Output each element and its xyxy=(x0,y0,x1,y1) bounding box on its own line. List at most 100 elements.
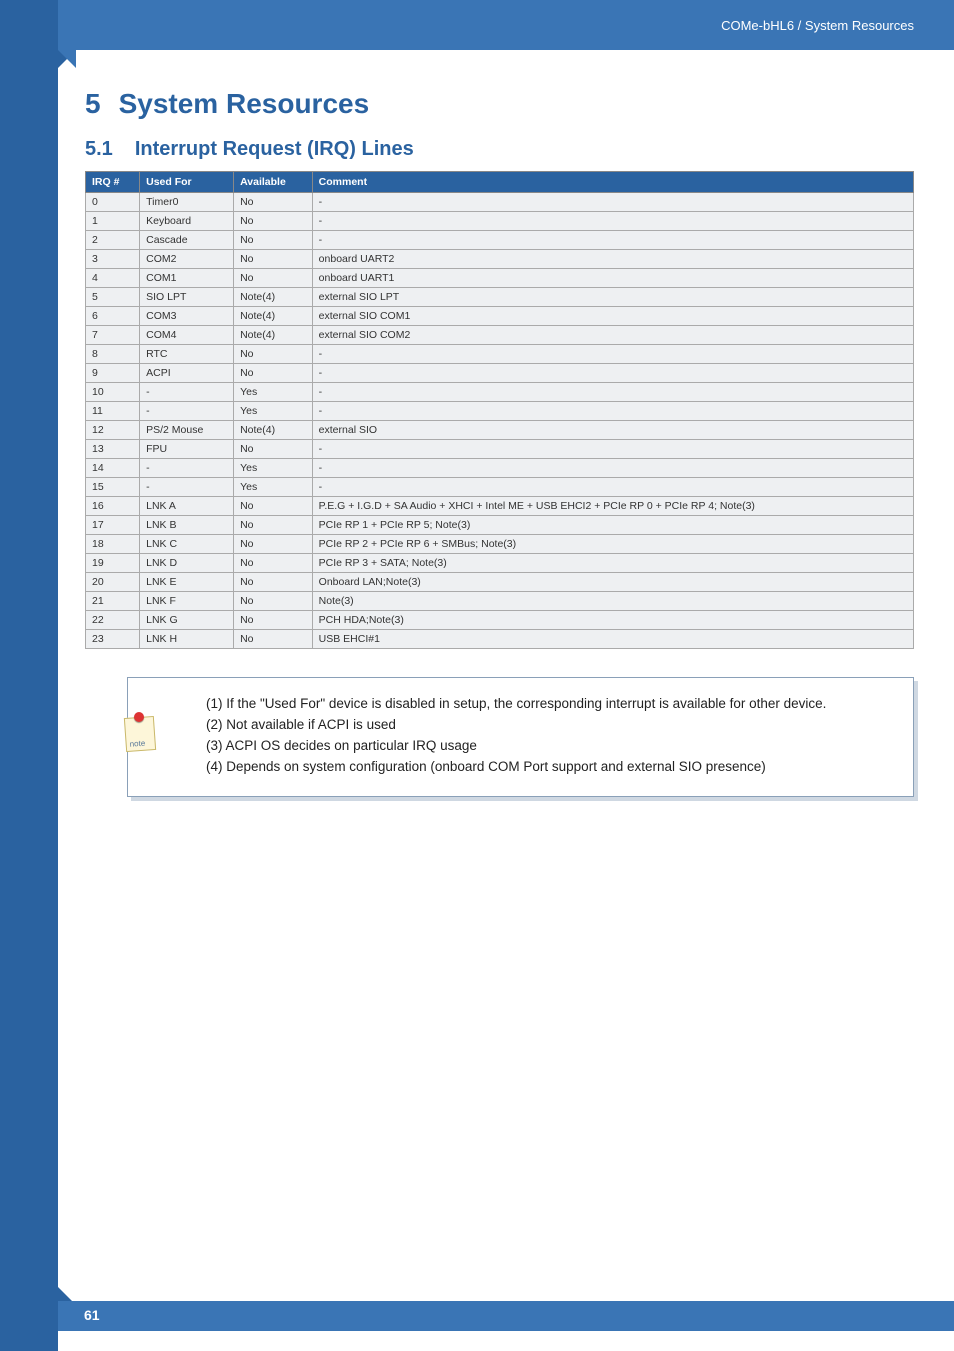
table-row: 6COM3Note(4)external SIO COM1 xyxy=(86,307,914,326)
cell-available: No xyxy=(234,193,313,212)
header-corner-decoration xyxy=(58,50,76,68)
cell-irq: 10 xyxy=(86,383,140,402)
table-row: 22LNK GNoPCH HDA;Note(3) xyxy=(86,611,914,630)
cell-available: Yes xyxy=(234,478,313,497)
cell-comment: PCIe RP 2 + PCIe RP 6 + SMBus; Note(3) xyxy=(312,535,913,554)
cell-used_for: FPU xyxy=(140,440,234,459)
cell-available: Yes xyxy=(234,402,313,421)
cell-comment: Onboard LAN;Note(3) xyxy=(312,573,913,592)
chapter-title: System Resources xyxy=(119,88,370,119)
note-container: (1) If the "Used For" device is disabled… xyxy=(127,677,914,797)
section-heading: 5.1Interrupt Request (IRQ) Lines xyxy=(85,138,914,161)
cell-used_for: Timer0 xyxy=(140,193,234,212)
cell-used_for: ACPI xyxy=(140,364,234,383)
cell-comment: USB EHCI#1 xyxy=(312,630,913,649)
table-row: 20LNK ENoOnboard LAN;Note(3) xyxy=(86,573,914,592)
cell-comment: - xyxy=(312,383,913,402)
table-row: 18LNK CNoPCIe RP 2 + PCIe RP 6 + SMBus; … xyxy=(86,535,914,554)
cell-used_for: LNK E xyxy=(140,573,234,592)
note-box: (1) If the "Used For" device is disabled… xyxy=(127,677,914,797)
cell-irq: 3 xyxy=(86,250,140,269)
cell-used_for: LNK H xyxy=(140,630,234,649)
cell-irq: 6 xyxy=(86,307,140,326)
cell-available: No xyxy=(234,611,313,630)
cell-comment: - xyxy=(312,440,913,459)
col-used-for: Used For xyxy=(140,172,234,193)
cell-used_for: - xyxy=(140,402,234,421)
cell-available: No xyxy=(234,497,313,516)
table-row: 9ACPINo- xyxy=(86,364,914,383)
cell-irq: 17 xyxy=(86,516,140,535)
cell-available: Note(4) xyxy=(234,307,313,326)
note-line: (3) ACPI OS decides on particular IRQ us… xyxy=(206,736,885,757)
cell-irq: 20 xyxy=(86,573,140,592)
cell-available: Note(4) xyxy=(234,421,313,440)
cell-available: No xyxy=(234,440,313,459)
cell-available: No xyxy=(234,573,313,592)
cell-irq: 2 xyxy=(86,231,140,250)
cell-comment: PCIe RP 1 + PCIe RP 5; Note(3) xyxy=(312,516,913,535)
note-line: (2) Not available if ACPI is used xyxy=(206,715,885,736)
cell-available: Yes xyxy=(234,383,313,402)
table-header-row: IRQ # Used For Available Comment xyxy=(86,172,914,193)
cell-used_for: - xyxy=(140,459,234,478)
cell-comment: P.E.G + I.G.D + SA Audio + XHCI + Intel … xyxy=(312,497,913,516)
table-row: 11-Yes- xyxy=(86,402,914,421)
cell-available: No xyxy=(234,516,313,535)
cell-comment: - xyxy=(312,193,913,212)
cell-comment: onboard UART1 xyxy=(312,269,913,288)
sidebar-stripe xyxy=(0,0,58,1351)
cell-used_for: LNK D xyxy=(140,554,234,573)
cell-available: No xyxy=(234,250,313,269)
cell-used_for: COM2 xyxy=(140,250,234,269)
cell-irq: 16 xyxy=(86,497,140,516)
cell-used_for: COM3 xyxy=(140,307,234,326)
page-header: COMe-bHL6 / System Resources xyxy=(58,0,954,50)
table-row: 7COM4Note(4)external SIO COM2 xyxy=(86,326,914,345)
cell-irq: 0 xyxy=(86,193,140,212)
cell-irq: 22 xyxy=(86,611,140,630)
table-row: 13FPUNo- xyxy=(86,440,914,459)
col-available: Available xyxy=(234,172,313,193)
cell-used_for: LNK C xyxy=(140,535,234,554)
cell-available: No xyxy=(234,231,313,250)
table-row: 5SIO LPTNote(4)external SIO LPT xyxy=(86,288,914,307)
page-number: 61 xyxy=(84,1307,100,1323)
cell-irq: 5 xyxy=(86,288,140,307)
cell-available: No xyxy=(234,212,313,231)
table-row: 0Timer0No- xyxy=(86,193,914,212)
note-icon xyxy=(121,715,161,755)
cell-available: No xyxy=(234,269,313,288)
irq-table: IRQ # Used For Available Comment 0Timer0… xyxy=(85,171,914,649)
chapter-heading: 5System Resources xyxy=(85,88,914,120)
cell-comment: - xyxy=(312,478,913,497)
cell-comment: PCH HDA;Note(3) xyxy=(312,611,913,630)
table-row: 23LNK HNoUSB EHCI#1 xyxy=(86,630,914,649)
cell-available: Note(4) xyxy=(234,326,313,345)
cell-used_for: - xyxy=(140,383,234,402)
cell-irq: 21 xyxy=(86,592,140,611)
cell-used_for: COM4 xyxy=(140,326,234,345)
cell-irq: 18 xyxy=(86,535,140,554)
table-row: 1KeyboardNo- xyxy=(86,212,914,231)
cell-irq: 14 xyxy=(86,459,140,478)
cell-comment: Note(3) xyxy=(312,592,913,611)
cell-comment: external SIO xyxy=(312,421,913,440)
cell-comment: external SIO COM1 xyxy=(312,307,913,326)
cell-irq: 1 xyxy=(86,212,140,231)
table-row: 17LNK BNoPCIe RP 1 + PCIe RP 5; Note(3) xyxy=(86,516,914,535)
cell-used_for: SIO LPT xyxy=(140,288,234,307)
cell-irq: 12 xyxy=(86,421,140,440)
table-row: 8RTCNo- xyxy=(86,345,914,364)
cell-comment: - xyxy=(312,212,913,231)
table-row: 12PS/2 MouseNote(4)external SIO xyxy=(86,421,914,440)
cell-available: No xyxy=(234,345,313,364)
cell-used_for: - xyxy=(140,478,234,497)
cell-used_for: Keyboard xyxy=(140,212,234,231)
table-row: 2CascadeNo- xyxy=(86,231,914,250)
breadcrumb: COMe-bHL6 / System Resources xyxy=(721,18,914,33)
cell-irq: 23 xyxy=(86,630,140,649)
section-title: Interrupt Request (IRQ) Lines xyxy=(135,138,414,160)
note-line: (1) If the "Used For" device is disabled… xyxy=(206,694,885,715)
table-row: 3COM2Noonboard UART2 xyxy=(86,250,914,269)
